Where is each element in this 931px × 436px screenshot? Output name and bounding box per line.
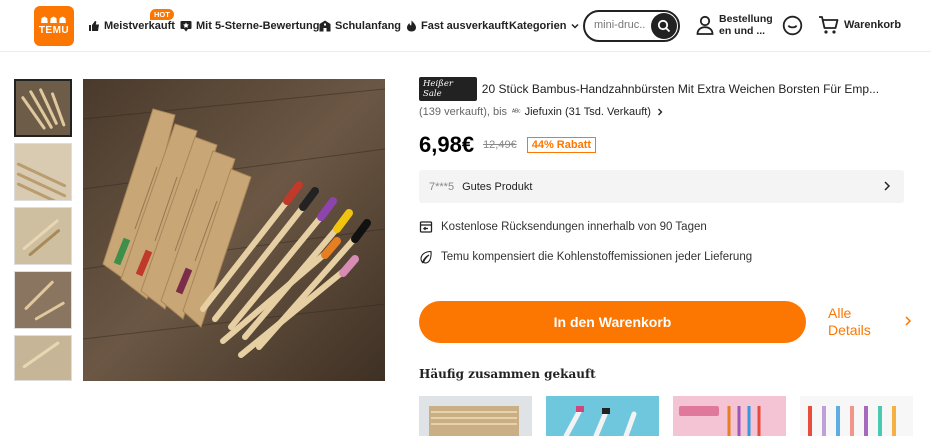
- flame-icon: [407, 20, 416, 32]
- fbt-item-1[interactable]: [419, 396, 532, 436]
- product-photo: [83, 79, 385, 381]
- search-bar[interactable]: mini-druc...: [583, 10, 680, 42]
- free-returns-feature[interactable]: Kostenlose Rücksendungen innerhalb von 9…: [419, 218, 909, 236]
- thumbnail-1[interactable]: [14, 79, 72, 137]
- search-icon: [657, 19, 671, 33]
- chevron-right-icon: [905, 316, 912, 326]
- review-user: 7***5: [429, 180, 455, 193]
- thumbnail-list: [14, 79, 74, 387]
- current-price: 6,98€: [419, 132, 475, 157]
- star-badge-icon: [180, 21, 192, 32]
- support-button[interactable]: [782, 15, 803, 41]
- fbt-item-3[interactable]: [673, 396, 786, 436]
- all-details-link[interactable]: Alle Details: [828, 305, 871, 339]
- account-orders[interactable]: Bestellung en und ...: [696, 13, 773, 37]
- fbt-item-image: [419, 396, 532, 436]
- thumbnail-3[interactable]: [14, 207, 72, 265]
- carbon-offset-feature[interactable]: Temu kompensiert die Kohlenstoffemission…: [419, 248, 909, 266]
- sales-store-row[interactable]: (139 verkauft), bis ᴬᴮᶜ Jiefuxin (31 Tsd…: [419, 104, 909, 120]
- chevron-right-icon: [657, 108, 663, 116]
- top-header: ☗☗☗ TEMU Meistverkauft HOT Mit 5-Sterne-…: [0, 0, 931, 52]
- cart-button[interactable]: Warenkorb: [818, 15, 901, 35]
- review-text: Gutes Produkt: [462, 180, 533, 193]
- nav-five-star[interactable]: Mit 5-Sterne-Bewertung: [180, 17, 319, 35]
- leaf-icon: [420, 250, 432, 264]
- hot-sale-badge: Heißer Sale: [419, 77, 477, 101]
- thumbnail-5[interactable]: [14, 335, 72, 381]
- store-link[interactable]: Jiefuxin (31 Tsd. Verkauft): [525, 106, 651, 118]
- search-button[interactable]: [651, 13, 677, 39]
- user-icon: [696, 15, 714, 35]
- thumbnail-4[interactable]: [14, 271, 72, 329]
- add-to-cart-button[interactable]: In den Warenkorb: [419, 301, 806, 343]
- fbt-item-2[interactable]: [546, 396, 659, 436]
- school-icon: [319, 20, 331, 32]
- cta-row: In den Warenkorb Alle Details: [419, 301, 919, 343]
- chat-support-icon: [782, 15, 803, 36]
- fbt-item-image: [800, 396, 913, 436]
- cart-icon: [819, 16, 839, 34]
- frequently-bought-title: Häufig zusammen gekauft: [419, 367, 596, 381]
- nav-categories[interactable]: Kategorien: [509, 17, 580, 35]
- thumbnail-2[interactable]: [14, 143, 72, 201]
- main-product-image[interactable]: [83, 79, 385, 381]
- hot-badge: HOT: [150, 9, 174, 20]
- chevron-right-icon: [884, 181, 891, 191]
- fbt-item-4[interactable]: [800, 396, 913, 436]
- temu-logo[interactable]: ☗☗☗ TEMU: [34, 6, 74, 46]
- original-price: 12,49€: [483, 139, 517, 151]
- chevron-down-icon: [571, 23, 579, 29]
- fbt-item-image: [546, 396, 659, 436]
- product-info: Heißer Sale 20 Stück Bambus-Handzahnbürs…: [419, 77, 909, 266]
- product-title: 20 Stück Bambus-Handzahnbürsten Mit Extr…: [481, 82, 880, 96]
- discount-badge: 44% Rabatt: [526, 137, 597, 153]
- store-logo: ᴬᴮᶜ: [512, 108, 521, 116]
- return-box-icon: [419, 221, 433, 233]
- nav-school[interactable]: Schulanfang: [319, 17, 401, 35]
- nav-almost-sold-out[interactable]: Fast ausverkauft: [406, 17, 508, 35]
- review-preview[interactable]: 7***5 Gutes Produkt: [419, 170, 904, 203]
- fbt-item-image: [673, 396, 786, 436]
- search-input[interactable]: mini-druc...: [594, 19, 646, 31]
- thumbs-up-icon: [89, 21, 99, 31]
